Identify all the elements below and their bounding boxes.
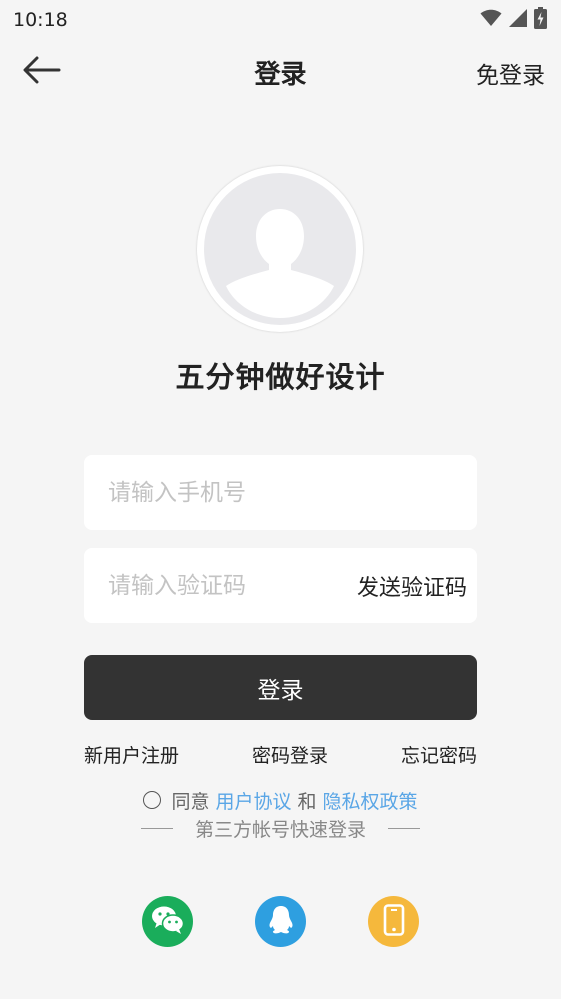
status-icons [480,7,547,33]
user-agreement-link[interactable]: 用户协议 [215,787,291,814]
auth-links: 新用户注册 密码登录 忘记密码 [84,740,477,768]
phone-login-button[interactable] [368,896,419,947]
qq-icon [268,905,294,939]
status-bar: 10:18 [0,0,561,40]
wechat-login-button[interactable] [142,896,193,947]
verification-code-input[interactable] [84,548,334,623]
status-time: 10:18 [13,9,68,31]
nav-bar: 登录 免登录 [0,44,561,100]
skip-login-button[interactable]: 免登录 [476,56,545,90]
divider-right [388,827,420,829]
code-input-box: 发送验证码 [84,548,477,623]
wifi-icon [480,9,502,31]
social-login-row [0,896,561,948]
third-party-label: 第三方帐号快速登录 [194,818,366,841]
app-slogan: 五分钟做好设计 [175,360,386,394]
forgot-password-link[interactable]: 忘记密码 [401,741,477,768]
third-party-divider: 第三方帐号快速登录 [0,815,561,841]
password-login-link[interactable]: 密码登录 [252,741,328,768]
agree-checkbox[interactable] [143,791,162,809]
phone-input-box [84,455,477,530]
qq-login-button[interactable] [255,896,306,947]
agree-prefix: 同意 [171,790,210,813]
phone-input[interactable] [84,455,477,530]
register-link[interactable]: 新用户注册 [84,741,179,768]
battery-charging-icon [534,7,547,33]
mobile-phone-icon [383,903,405,940]
avatar [197,166,363,332]
agree-conjunction: 和 [297,790,317,813]
divider-left [140,827,173,829]
wechat-icon [151,905,185,939]
avatar-image [204,173,356,325]
login-button[interactable]: 登录 [84,655,477,720]
privacy-policy-link[interactable]: 隐私权政策 [323,787,418,814]
signal-icon [508,8,528,32]
agreement-row: 同意 用户协议 和 隐私权政策 [0,787,561,813]
send-code-button[interactable]: 发送验证码 [357,570,467,602]
